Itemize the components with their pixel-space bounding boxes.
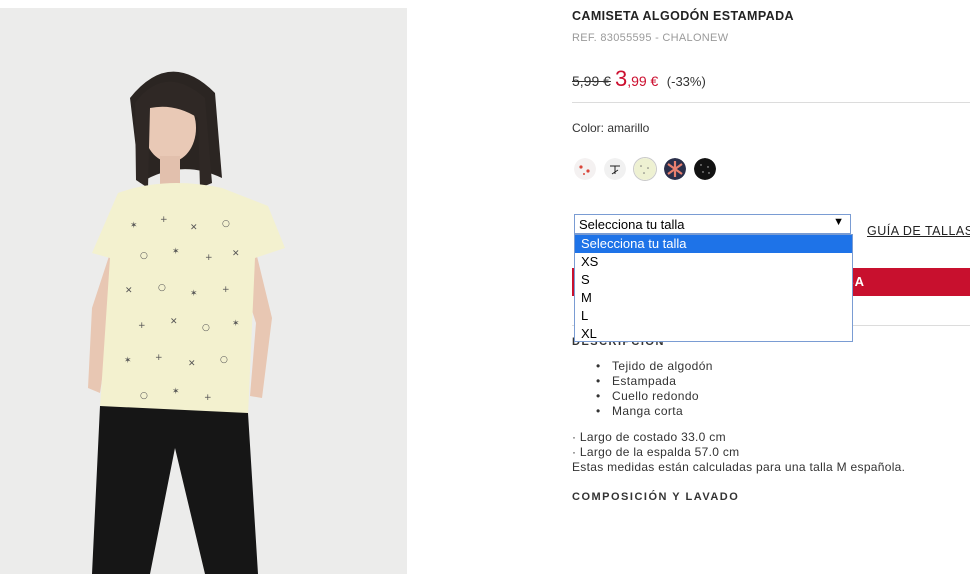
product-ref: REF. 83055595 - CHALONEW <box>572 32 729 44</box>
svg-text:✕: ✕ <box>188 359 196 369</box>
svg-text:✕: ✕ <box>232 249 240 259</box>
swatch-white-black-pattern <box>604 158 626 180</box>
description-item: Tejido de algodón <box>596 359 713 374</box>
composition-heading[interactable]: COMPOSICIÓN Y LAVADO <box>572 491 739 503</box>
svg-text:○: ○ <box>140 251 148 261</box>
size-option[interactable]: XL <box>575 325 852 343</box>
swatch-white-red-print[interactable] <box>574 158 596 180</box>
svg-text:✶: ✶ <box>130 221 138 231</box>
model-illustration: ✶ + ✕ ○ ○ ✶ + ✕ ✕ ○ ✶ + + ✕ ○ ✶ ✶ + ✕ ○ ○ ✶ + <box>0 8 407 574</box>
swatch-black-dots-pattern <box>694 158 716 180</box>
svg-text:+: + <box>160 215 168 225</box>
size-guide-link[interactable]: GUÍA DE TALLAS <box>867 224 970 238</box>
price-new-decimal: ,99 € <box>627 73 659 89</box>
svg-text:✕: ✕ <box>125 286 133 296</box>
svg-text:○: ○ <box>202 323 210 333</box>
size-option[interactable]: S <box>575 271 852 289</box>
measure-line: · Largo de costado 33.0 cm <box>572 430 726 444</box>
description-item: Manga corta <box>596 404 713 419</box>
svg-text:✶: ✶ <box>232 319 240 329</box>
measure-note: Estas medidas están calculadas para una … <box>572 460 906 474</box>
swatch-white-black-print[interactable] <box>604 158 626 180</box>
size-option[interactable]: Selecciona tu talla <box>575 235 852 253</box>
swatch-black-dots-print[interactable] <box>694 158 716 180</box>
svg-text:+: + <box>222 285 230 295</box>
size-select-value: Selecciona tu talla <box>579 217 685 232</box>
price-block: 5,99 €3,99 € (-33%) <box>572 66 706 92</box>
svg-text:○: ○ <box>222 219 230 229</box>
svg-text:+: + <box>138 321 146 331</box>
price-new-integer: 3 <box>614 66 628 91</box>
color-swatches <box>574 158 716 180</box>
size-options-list: Selecciona tu talla XS S M L XL <box>574 234 853 342</box>
svg-text:+: + <box>155 353 163 363</box>
description-item: Estampada <box>596 374 713 389</box>
swatch-white-red-pattern <box>574 158 596 180</box>
svg-text:+: + <box>204 393 212 403</box>
size-option[interactable]: XS <box>575 253 852 271</box>
svg-text:✶: ✶ <box>172 387 180 397</box>
svg-text:✶: ✶ <box>172 247 180 257</box>
description-list: Tejido de algodón Estampada Cuello redon… <box>596 359 713 419</box>
product-info: CAMISETA ALGODÓN ESTAMPADA REF. 83055595… <box>572 0 970 574</box>
size-option[interactable]: M <box>575 289 852 307</box>
svg-text:✶: ✶ <box>124 356 132 366</box>
svg-text:✕: ✕ <box>190 223 198 233</box>
measure-line: · Largo de la espalda 57.0 cm <box>572 445 740 459</box>
svg-text:○: ○ <box>140 391 148 401</box>
size-select[interactable]: Selecciona tu talla ▼ <box>574 214 851 234</box>
swatch-navy-coral-print[interactable] <box>664 158 686 180</box>
color-label: Color: amarillo <box>572 121 650 135</box>
svg-text:○: ○ <box>158 283 166 293</box>
svg-text:✶: ✶ <box>190 289 198 299</box>
product-image[interactable]: ✶ + ✕ ○ ○ ✶ + ✕ ✕ ○ ✶ + + ✕ ○ ✶ ✶ + ✕ ○ ○ ✶ + <box>0 8 407 574</box>
swatch-yellow-print[interactable] <box>634 158 656 180</box>
size-option[interactable]: L <box>575 307 852 325</box>
measurements: · Largo de costado 33.0 cm · Largo de la… <box>572 430 905 475</box>
dropdown-arrow-icon: ▼ <box>833 216 844 228</box>
svg-text:✕: ✕ <box>170 317 178 327</box>
svg-text:○: ○ <box>220 355 228 365</box>
swatch-navy-coral-pattern <box>664 158 686 180</box>
description-item: Cuello redondo <box>596 389 713 404</box>
discount-badge: (-33%) <box>666 74 706 89</box>
svg-text:+: + <box>205 253 213 263</box>
swatch-yellow-pattern <box>634 158 656 180</box>
product-title: CAMISETA ALGODÓN ESTAMPADA <box>572 9 794 23</box>
price-old: 5,99 € <box>572 73 611 89</box>
divider <box>572 102 970 103</box>
